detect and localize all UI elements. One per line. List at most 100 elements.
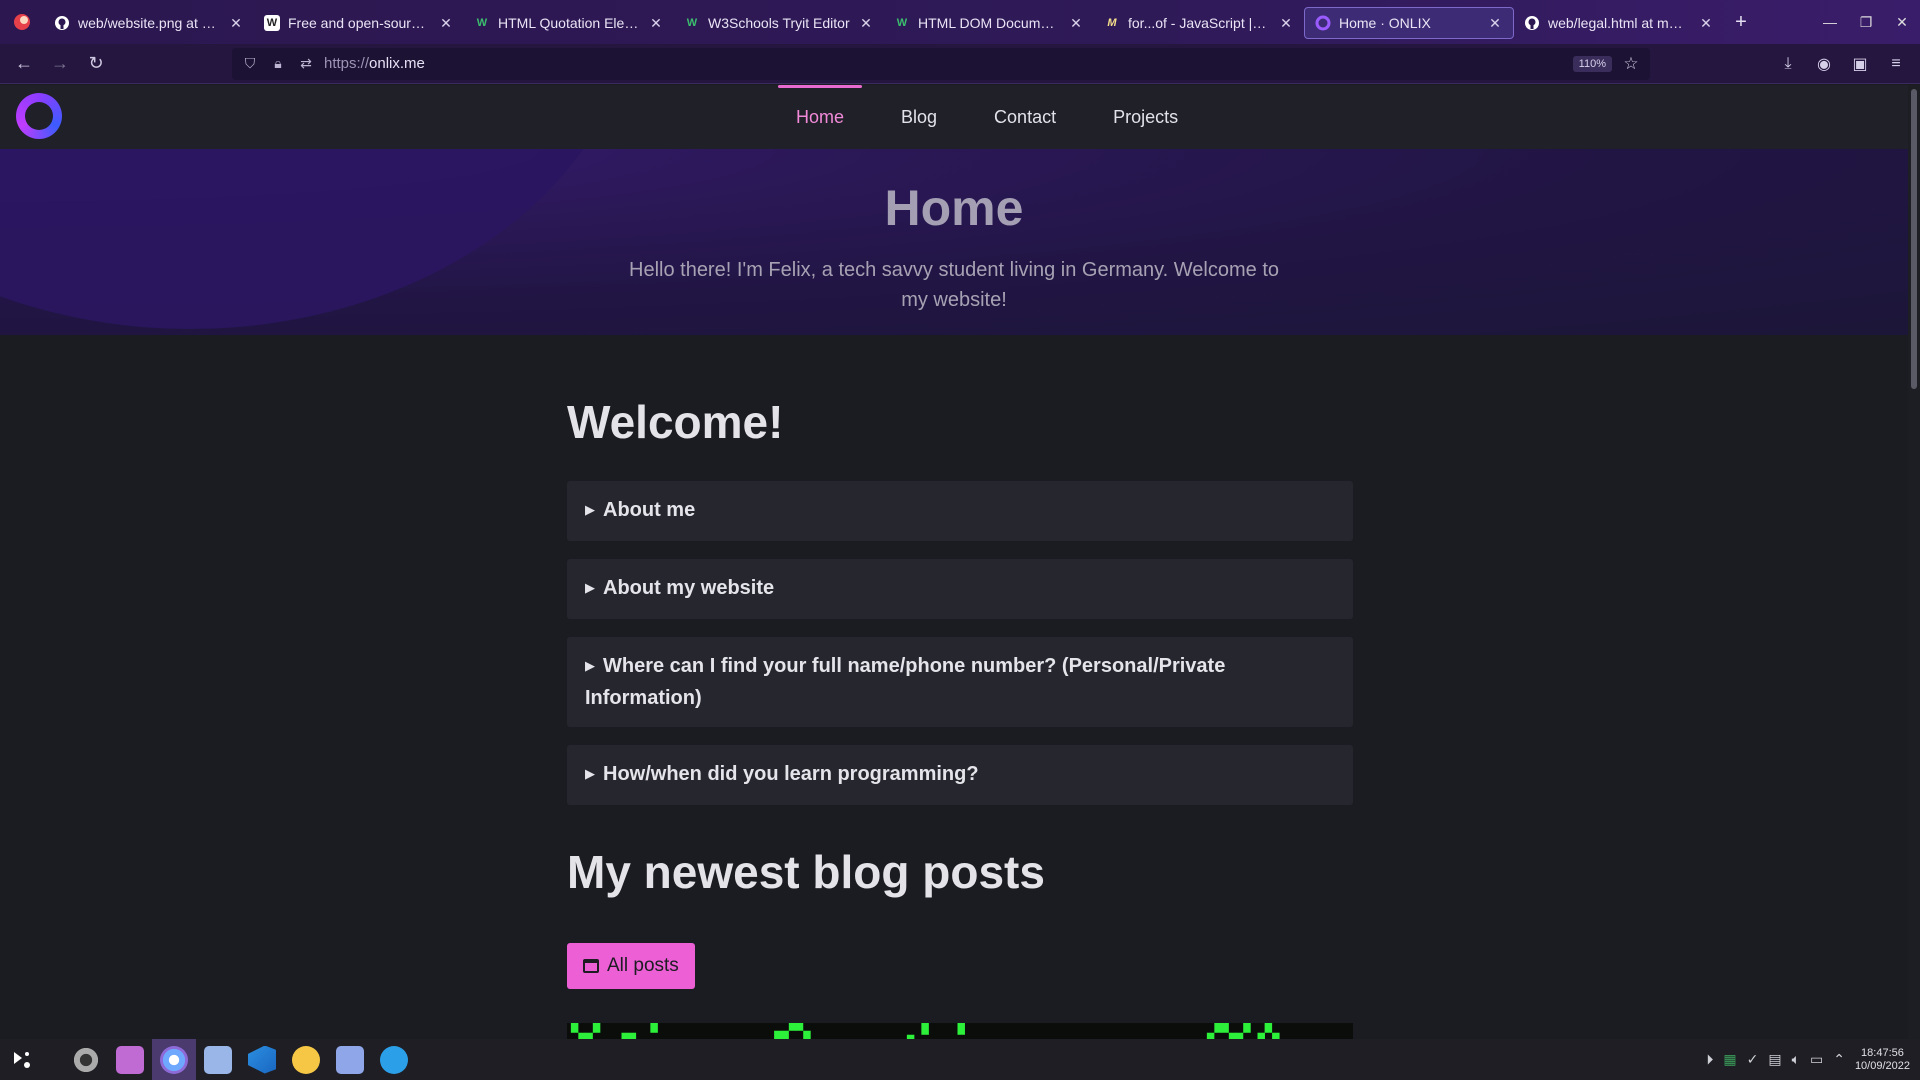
mail-app-button[interactable] xyxy=(196,1039,240,1080)
tab-4[interactable]: W HTML DOM Document g ✕ xyxy=(884,7,1094,39)
file-manager-button[interactable] xyxy=(108,1039,152,1080)
triangle-right-icon: ▶ xyxy=(585,502,595,517)
downloads-icon[interactable]: ⤓ xyxy=(1772,48,1804,80)
tab-5[interactable]: M for...of - JavaScript | MDN ✕ xyxy=(1094,7,1304,39)
nav-link-blog[interactable]: Blog xyxy=(883,85,955,149)
tab-title: W3Schools Tryit Editor xyxy=(708,15,850,31)
calendar-icon xyxy=(583,959,599,973)
matrix-glyph: ▗▞▚ xyxy=(767,1023,811,1039)
chat-app-button[interactable] xyxy=(372,1039,416,1080)
onlix-icon xyxy=(1315,15,1331,31)
nav-link-projects[interactable]: Projects xyxy=(1095,85,1196,149)
minimize-button[interactable]: — xyxy=(1812,0,1848,44)
reload-button[interactable]: ↻ xyxy=(78,48,114,80)
zoom-level-badge[interactable]: 110% xyxy=(1572,55,1612,72)
nav-link-home[interactable]: Home xyxy=(778,85,863,149)
tab-title: Free and open-source so xyxy=(288,15,430,31)
matrix-glyph: ▞▚▞▗▚ xyxy=(1207,1023,1280,1039)
bookmark-star-icon[interactable]: ☆ xyxy=(1620,54,1642,74)
clipboard-icon[interactable]: ▤ xyxy=(1768,1051,1781,1068)
page-viewport: Home Blog Contact Projects Home Hello th… xyxy=(0,85,1920,1039)
matrix-glyph: ▚▞ ▗▖▝ xyxy=(571,1023,658,1039)
triangle-right-icon: ▶ xyxy=(585,766,595,781)
faq-about-me[interactable]: ▶ About me xyxy=(567,481,1353,541)
vscode-app-button[interactable] xyxy=(240,1039,284,1080)
close-icon: ✕ xyxy=(1896,13,1908,30)
site-logo[interactable] xyxy=(16,93,62,139)
weather-app-button[interactable] xyxy=(284,1039,328,1080)
forward-button[interactable]: → xyxy=(42,48,78,80)
page-scrollbar[interactable] xyxy=(1908,85,1920,1039)
faq-learn-programming[interactable]: ▶ How/when did you learn programming? xyxy=(567,745,1353,805)
w3schools-icon: W xyxy=(896,17,908,29)
document-icon xyxy=(336,1045,364,1074)
browser-tab-bar: web/website.png at mas ✕ W Free and open… xyxy=(0,0,1920,44)
new-tab-button[interactable]: + xyxy=(1724,6,1758,38)
close-icon[interactable]: ✕ xyxy=(1068,15,1084,31)
tab-title: Home · ONLIX xyxy=(1339,15,1431,31)
all-posts-button[interactable]: All posts xyxy=(567,943,695,989)
tab-title: web/website.png at mas xyxy=(78,15,220,31)
close-icon[interactable]: ✕ xyxy=(648,15,664,31)
folder-icon xyxy=(116,1045,144,1074)
close-icon[interactable]: ✕ xyxy=(858,15,874,31)
network-icon[interactable]: ▭ xyxy=(1810,1051,1823,1068)
faq-about-website[interactable]: ▶ About my website xyxy=(567,559,1353,619)
app-tray-icon[interactable]: ▦ xyxy=(1723,1051,1736,1068)
back-button[interactable]: ← xyxy=(6,48,42,80)
close-icon[interactable]: ✕ xyxy=(1698,15,1714,31)
chevron-up-icon[interactable]: ⌃ xyxy=(1833,1051,1845,1068)
browser-app-button[interactable] xyxy=(152,1039,196,1080)
extension-icon[interactable]: ◉ xyxy=(1808,48,1840,80)
permissions-icon[interactable]: ⇄ xyxy=(296,55,316,72)
check-circle-icon[interactable]: ✓ xyxy=(1747,1051,1759,1068)
arrow-left-icon: ← xyxy=(15,53,33,73)
tab-1[interactable]: W Free and open-source so ✕ xyxy=(254,7,464,39)
close-icon[interactable]: ✕ xyxy=(1487,15,1503,31)
tab-0[interactable]: web/website.png at mas ✕ xyxy=(44,7,254,39)
main-content: Welcome! ▶ About me ▶ About my website ▶ Wh… xyxy=(567,335,1353,989)
firefox-view-button[interactable] xyxy=(0,0,44,44)
faq-personal-info[interactable]: ▶ Where can I find your full name/phone n… xyxy=(567,637,1353,727)
github-icon xyxy=(1524,15,1540,31)
all-posts-label: All posts xyxy=(607,955,679,976)
tab-title: for...of - JavaScript | MDN xyxy=(1128,15,1270,31)
privacy-extension-icon[interactable]: ▣ xyxy=(1844,48,1876,80)
w3schools-icon: W xyxy=(476,17,488,29)
welcome-heading: Welcome! xyxy=(567,396,784,448)
url-text[interactable]: https://onlix.me xyxy=(324,55,425,72)
hero-decoration xyxy=(0,149,640,329)
mdn-icon: M xyxy=(1107,17,1117,29)
tab-3[interactable]: W W3Schools Tryit Editor ✕ xyxy=(674,7,884,39)
blog-heading: My newest blog posts xyxy=(567,846,1045,898)
clock[interactable]: 18:47:56 10/09/2022 xyxy=(1855,1047,1910,1073)
arrow-right-icon: → xyxy=(51,53,69,73)
url-bar[interactable]: ⛉ 🔒︎ ⇄ https://onlix.me 110% ☆ xyxy=(232,47,1650,80)
tab-7[interactable]: web/legal.html at maste ✕ xyxy=(1514,7,1724,39)
triangle-right-icon: ▶ xyxy=(585,658,595,673)
close-icon[interactable]: ✕ xyxy=(228,15,244,31)
text-editor-button[interactable] xyxy=(328,1039,372,1080)
tab-6-active[interactable]: Home · ONLIX ✕ xyxy=(1304,7,1514,39)
nav-link-contact[interactable]: Contact xyxy=(976,85,1074,149)
close-icon[interactable]: ✕ xyxy=(1278,15,1294,31)
close-window-button[interactable]: ✕ xyxy=(1884,0,1920,44)
app-launcher-button[interactable] xyxy=(0,1039,44,1080)
browser-icon xyxy=(160,1045,188,1074)
faq-label: About my website xyxy=(603,577,775,599)
shield-icon[interactable]: ⛉ xyxy=(240,55,260,72)
restore-button[interactable]: ❐ xyxy=(1848,0,1884,44)
browser-navigation-bar: ← → ↻ ⛉ 🔒︎ ⇄ https://onlix.me 110% ☆ ⤓ ◉… xyxy=(0,44,1920,84)
settings-app-button[interactable] xyxy=(64,1039,108,1080)
close-icon[interactable]: ✕ xyxy=(438,15,454,31)
hero-subtitle: Hello there! I'm Felix, a tech savvy stu… xyxy=(629,259,1279,311)
scrollbar-thumb[interactable] xyxy=(1911,89,1917,389)
volume-icon[interactable]: 🔈︎ xyxy=(1792,1051,1800,1068)
site-nav: Home Blog Contact Projects xyxy=(778,85,1217,149)
tab-2[interactable]: W HTML Quotation Elemen ✕ xyxy=(464,7,674,39)
lock-icon[interactable]: 🔒︎ xyxy=(268,55,288,72)
hamburger-menu-icon[interactable]: ≡ xyxy=(1880,48,1912,80)
blog-post-preview-image[interactable]: ▚▞ ▗▖▝ ▗▞▚ ▖▘ ▝ ▞▚▞▗▚ xyxy=(567,1023,1353,1039)
hero-banner: Home Hello there! I'm Felix, a tech savv… xyxy=(0,149,1908,335)
media-play-icon[interactable]: ⏵ xyxy=(1706,1051,1713,1068)
